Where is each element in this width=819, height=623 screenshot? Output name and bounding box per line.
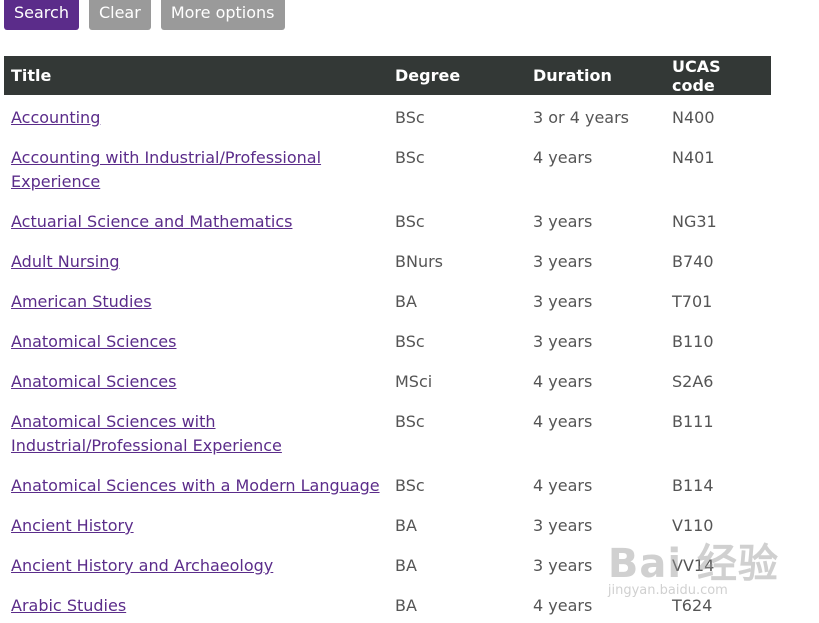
more-options-button[interactable]: More options [161, 0, 285, 30]
header-ucas-code[interactable]: UCAS code [665, 56, 771, 95]
duration-cell: 3 years [526, 319, 665, 359]
table-row: Ancient History and Archaeology BA 3 yea… [4, 543, 771, 583]
degree-cell: BSc [388, 399, 526, 463]
course-link[interactable]: Ancient History [11, 516, 134, 535]
table-row: Accounting with Industrial/Professional … [4, 135, 771, 199]
duration-cell: 3 years [526, 543, 665, 583]
course-link[interactable]: Ancient History and Archaeology [11, 556, 273, 575]
degree-cell: BSc [388, 95, 526, 135]
duration-cell: 3 or 4 years [526, 95, 665, 135]
table-header-row: Title Degree Duration UCAS code [4, 56, 771, 95]
course-link[interactable]: Anatomical Sciences [11, 332, 176, 351]
course-link[interactable]: Anatomical Sciences [11, 372, 176, 391]
table-row: Ancient History BA 3 years V110 [4, 503, 771, 543]
table-row: Adult Nursing BNurs 3 years B740 [4, 239, 771, 279]
title-cell: Anatomical Sciences with Industrial/Prof… [4, 399, 388, 463]
course-link[interactable]: Actuarial Science and Mathematics [11, 212, 292, 231]
ucas-cell: B111 [665, 399, 771, 463]
title-cell: Actuarial Science and Mathematics [4, 199, 388, 239]
title-cell: Anatomical Sciences [4, 319, 388, 359]
table-row: Accounting BSc 3 or 4 years N400 [4, 95, 771, 135]
title-cell: American Studies [4, 279, 388, 319]
ucas-cell: B110 [665, 319, 771, 359]
header-duration[interactable]: Duration [526, 56, 665, 95]
course-link[interactable]: Arabic Studies [11, 596, 126, 615]
ucas-cell: T624 [665, 583, 771, 623]
course-link[interactable]: Anatomical Sciences with Industrial/Prof… [11, 412, 282, 455]
duration-cell: 4 years [526, 583, 665, 623]
duration-cell: 3 years [526, 279, 665, 319]
search-button[interactable]: Search [4, 0, 79, 30]
degree-cell: BSc [388, 199, 526, 239]
ucas-cell: NG31 [665, 199, 771, 239]
degree-cell: BA [388, 503, 526, 543]
title-cell: Anatomical Sciences with a Modern Langua… [4, 463, 388, 503]
ucas-cell: VV14 [665, 543, 771, 583]
clear-button[interactable]: Clear [89, 0, 151, 30]
duration-cell: 3 years [526, 239, 665, 279]
duration-cell: 4 years [526, 359, 665, 399]
duration-cell: 4 years [526, 135, 665, 199]
course-link[interactable]: Anatomical Sciences with a Modern Langua… [11, 476, 380, 495]
ucas-cell: B114 [665, 463, 771, 503]
title-cell: Adult Nursing [4, 239, 388, 279]
ucas-cell: V110 [665, 503, 771, 543]
table-row: American Studies BA 3 years T701 [4, 279, 771, 319]
degree-cell: BA [388, 583, 526, 623]
table-row: Anatomical Sciences BSc 3 years B110 [4, 319, 771, 359]
duration-cell: 4 years [526, 463, 665, 503]
duration-cell: 3 years [526, 503, 665, 543]
degree-cell: MSci [388, 359, 526, 399]
table-row: Anatomical Sciences MSci 4 years S2A6 [4, 359, 771, 399]
ucas-cell: T701 [665, 279, 771, 319]
courses-table: Title Degree Duration UCAS code Accounti… [4, 56, 771, 623]
duration-cell: 4 years [526, 399, 665, 463]
title-cell: Ancient History and Archaeology [4, 543, 388, 583]
search-controls: Search Clear More options [4, 0, 285, 30]
table-row: Actuarial Science and Mathematics BSc 3 … [4, 199, 771, 239]
degree-cell: BSc [388, 319, 526, 359]
title-cell: Arabic Studies [4, 583, 388, 623]
table-row: Anatomical Sciences with a Modern Langua… [4, 463, 771, 503]
degree-cell: BSc [388, 135, 526, 199]
course-link[interactable]: Adult Nursing [11, 252, 120, 271]
title-cell: Anatomical Sciences [4, 359, 388, 399]
degree-cell: BA [388, 543, 526, 583]
duration-cell: 3 years [526, 199, 665, 239]
ucas-cell: S2A6 [665, 359, 771, 399]
course-link[interactable]: Accounting [11, 108, 100, 127]
degree-cell: BA [388, 279, 526, 319]
degree-cell: BNurs [388, 239, 526, 279]
title-cell: Accounting [4, 95, 388, 135]
title-cell: Ancient History [4, 503, 388, 543]
header-degree[interactable]: Degree [388, 56, 526, 95]
title-cell: Accounting with Industrial/Professional … [4, 135, 388, 199]
table-row: Anatomical Sciences with Industrial/Prof… [4, 399, 771, 463]
ucas-cell: N401 [665, 135, 771, 199]
course-link[interactable]: American Studies [11, 292, 152, 311]
header-title[interactable]: Title [4, 56, 388, 95]
degree-cell: BSc [388, 463, 526, 503]
ucas-cell: B740 [665, 239, 771, 279]
ucas-cell: N400 [665, 95, 771, 135]
course-link[interactable]: Accounting with Industrial/Professional … [11, 148, 321, 191]
table-row: Arabic Studies BA 4 years T624 [4, 583, 771, 623]
